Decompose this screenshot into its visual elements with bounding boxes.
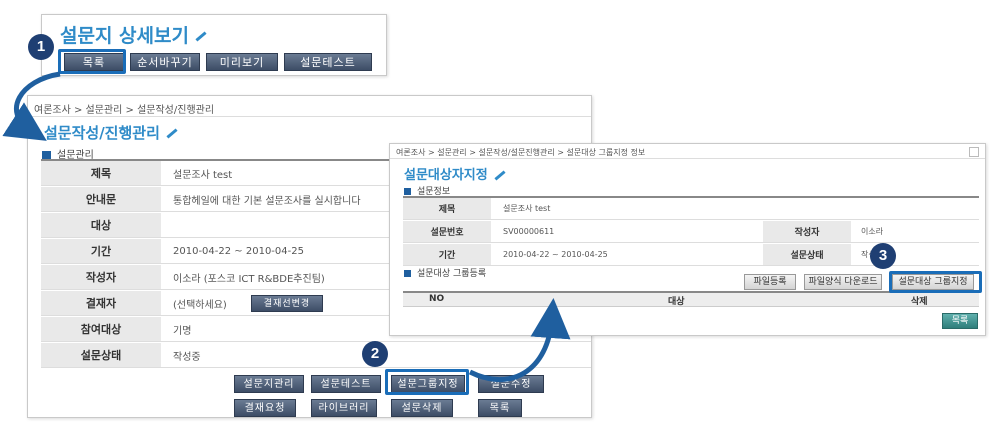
bullet-icon: [404, 188, 411, 195]
step-badge-3: 3: [870, 243, 896, 269]
section-title: 설문작성/진행관리: [44, 122, 178, 143]
table-row: 설문상태 작성중: [41, 343, 591, 368]
survey-target-panel: 여론조사 > 설문관리 > 설문작성/설문진행관리 > 설문대상 그룹지정 정보…: [389, 143, 986, 336]
section-title: 설문대상자지정: [404, 164, 506, 183]
row-label: 안내문: [41, 187, 161, 211]
file-upload-button[interactable]: 파일등록: [744, 274, 796, 290]
section-header: 설문대상 그룹등록: [404, 266, 486, 279]
row-value: 작성중: [173, 351, 201, 363]
table-row: 제목 설문조사 test: [403, 198, 979, 220]
row-value: 기명: [173, 325, 192, 337]
survey-edit-button[interactable]: 설문수정: [478, 375, 544, 393]
row-label: 기간: [41, 239, 161, 263]
row-label: 제목: [41, 161, 161, 185]
row-label: 설문상태: [763, 244, 851, 265]
list-button[interactable]: 목록: [478, 399, 522, 417]
survey-test-button[interactable]: 설문테스트: [311, 375, 381, 393]
divider: [28, 116, 591, 117]
step-badge-2: 2: [362, 341, 388, 367]
row-value: 2010-04-22 ~ 2010-04-25: [503, 250, 608, 259]
col-header-target: 대상: [668, 297, 685, 307]
row-value: 설문조사 test: [503, 204, 551, 213]
row-value: 이소라: [861, 227, 884, 236]
col-header-delete: 삭제: [911, 297, 928, 307]
row-label: 제목: [403, 198, 491, 219]
row-label: 대상: [41, 213, 161, 237]
row-value: 통합헤일에 대한 기본 설문조사를 실시합니다: [173, 195, 361, 207]
scroll-icon[interactable]: [969, 147, 979, 157]
section-title-text: 설문작성/진행관리: [44, 124, 160, 142]
survey-test-button[interactable]: 설문테스트: [284, 53, 372, 71]
row-value: 이소라 (포스코 ICT R&BDE추진팀): [173, 273, 325, 285]
row-value: 2010-04-22 ~ 2010-04-25: [173, 245, 304, 257]
row-label: 작성자: [41, 265, 161, 289]
row-label: 기간: [403, 244, 491, 265]
section-label: 설문대상 그룹등록: [417, 269, 487, 279]
page-title: 설문지 상세보기: [60, 21, 207, 48]
survey-delete-button[interactable]: 설문삭제: [391, 399, 453, 417]
row-value: (선택하세요): [173, 299, 227, 311]
row-label: 설문상태: [41, 343, 161, 367]
row-value: SV00000611: [503, 227, 555, 236]
survey-manage-button[interactable]: 설문지관리: [234, 375, 304, 393]
reorder-button[interactable]: 순서바꾸기: [130, 53, 200, 71]
step3-highlight: [889, 271, 982, 293]
change-approver-button[interactable]: 결재선변경: [251, 295, 323, 312]
section-title-text: 설문대상자지정: [404, 168, 488, 183]
row-label: 설문번호: [403, 221, 491, 242]
template-download-button[interactable]: 파일양식 다운로드: [804, 274, 882, 290]
pencil-icon: [195, 31, 207, 42]
library-button[interactable]: 라이브러리: [311, 399, 377, 417]
step1-highlight: [58, 49, 126, 74]
pencil-icon: [166, 128, 178, 139]
row-label: 작성자: [763, 221, 851, 242]
approval-request-button[interactable]: 결재요청: [234, 399, 296, 417]
list-button[interactable]: 목록: [942, 313, 978, 329]
table-row: 설문번호 SV00000611 작성자 이소라: [403, 221, 979, 243]
step2-highlight: [385, 369, 469, 395]
group-table-header: NO 대상 삭제: [403, 291, 979, 307]
step-badge-1: 1: [28, 34, 54, 60]
row-value: 설문조사 test: [173, 169, 233, 181]
divider: [390, 158, 985, 159]
preview-button[interactable]: 미리보기: [206, 53, 278, 71]
breadcrumb: 여론조사 > 설문관리 > 설문작성/진행관리: [34, 105, 215, 116]
pencil-icon: [494, 170, 506, 181]
bullet-icon: [404, 270, 411, 277]
row-label: 참여대상: [41, 317, 161, 341]
page-title-text: 설문지 상세보기: [60, 25, 189, 47]
row-label: 결재자: [41, 291, 161, 315]
col-header-no: NO: [429, 294, 445, 304]
breadcrumb: 여론조사 > 설문관리 > 설문작성/설문진행관리 > 설문대상 그룹지정 정보: [396, 148, 646, 157]
